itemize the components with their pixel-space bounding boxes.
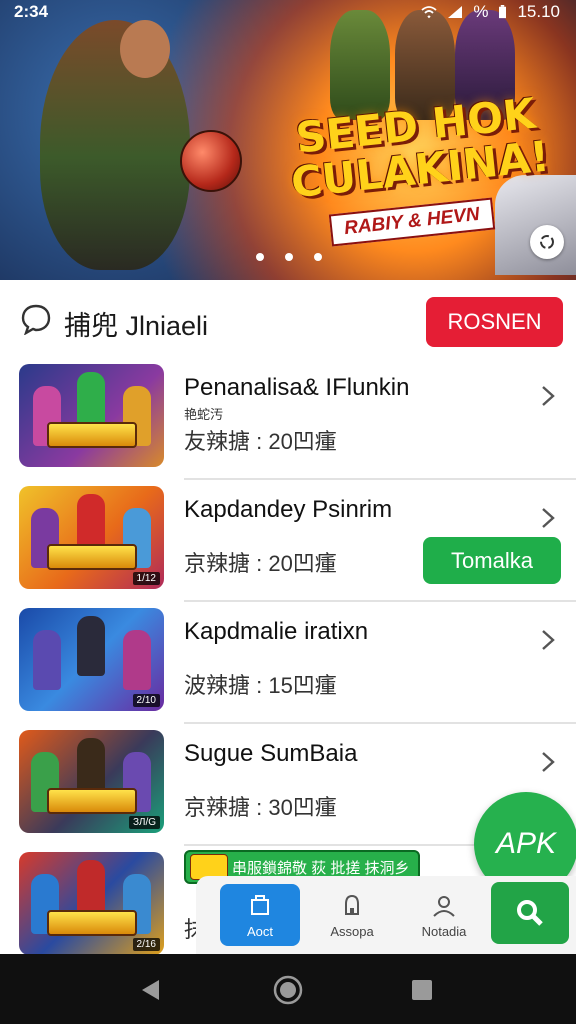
thumb-logo (47, 788, 137, 814)
section-action-button[interactable]: ROSNEN (426, 297, 563, 347)
thumb-logo (47, 544, 137, 570)
status-clock: 15.10 (517, 2, 560, 21)
game-thumbnail: 2/10 (19, 608, 164, 711)
thumb-logo (47, 422, 137, 448)
nav-label: Aoct (246, 923, 273, 939)
chat-bubble-icon (21, 304, 51, 335)
bell-icon (345, 894, 359, 915)
nav-item-notifications[interactable]: Assopa (312, 884, 392, 946)
home-system-button[interactable] (272, 974, 304, 1006)
search-button[interactable] (491, 882, 569, 944)
recents-square-icon (412, 980, 432, 1000)
thumb-tag: 1/12 (132, 572, 160, 585)
thumb-logo (47, 910, 137, 936)
carousel-dot[interactable] (285, 253, 293, 261)
battery-percent: % (473, 2, 489, 21)
refresh-icon (540, 235, 554, 249)
thumb-figure (33, 630, 61, 690)
carousel-dot[interactable] (314, 253, 322, 261)
refresh-button[interactable] (530, 225, 564, 259)
status-icons: % 15.10 (421, 2, 560, 22)
thumb-tag: 2/10 (132, 694, 160, 707)
home-circle-icon (273, 975, 303, 1005)
game-row[interactable]: 2/10 Kapdmalie iratixn 波辣搪 : 15凹瘇 (0, 602, 576, 724)
carousel-indicator[interactable] (256, 253, 322, 261)
section-header: 捕兜 Jlniaeli ROSNEN (0, 284, 576, 358)
game-thumbnail: 2/16 (19, 852, 164, 955)
thumb-tag: 2/16 (132, 938, 160, 951)
game-thumbnail: ЗЛ/G (19, 730, 164, 833)
section-title: 捕兜 Jlniaeli (64, 311, 209, 341)
play-button[interactable]: Tomalka (423, 537, 561, 584)
profile-icon (433, 895, 455, 917)
system-navigation-bar (0, 954, 576, 1024)
back-triangle-icon (142, 980, 159, 1000)
banner-car (495, 175, 576, 275)
game-title: Penanalisa& IFlunkin (184, 374, 410, 401)
game-title: Kapdmalie iratixn (184, 618, 369, 645)
nav-label: Assopa (330, 923, 374, 939)
wifi-icon (421, 6, 437, 19)
nav-item-home[interactable]: Aoct (220, 884, 300, 946)
promo-label: 串服鎖錦敬 荻 批搓 抹洞乡 (232, 859, 410, 877)
game-row[interactable]: Penanalisa& IFlunkin 艳蛇汚 友辣搪 : 20凹瘇 (0, 358, 576, 480)
game-meta: 京辣搪 : 30凹瘇 (184, 795, 337, 820)
chevron-right-icon[interactable] (538, 506, 558, 530)
home-icon (251, 894, 269, 915)
game-meta: 京辣搪 : 20凹瘇 (184, 551, 337, 576)
nav-label: Notadia (421, 923, 467, 939)
game-meta: 波辣搪 : 15凹瘇 (184, 673, 337, 698)
game-thumbnail: 1/12 (19, 486, 164, 589)
search-icon (517, 900, 543, 926)
chevron-right-icon[interactable] (538, 628, 558, 652)
banner-ball (180, 130, 242, 192)
carousel-dot[interactable] (256, 253, 264, 261)
game-thumbnail (19, 364, 164, 467)
game-title: Sugue SumBaia (184, 740, 358, 767)
nav-item-profile[interactable]: Notadia (404, 884, 484, 946)
chevron-right-icon[interactable] (538, 750, 558, 774)
chevron-right-icon[interactable] (538, 384, 558, 408)
thumb-tag: ЗЛ/G (128, 816, 160, 829)
signal-icon (448, 6, 463, 18)
battery-icon (499, 5, 507, 19)
banner-hero-head (120, 20, 170, 78)
banner-character (330, 10, 390, 120)
status-time: 2:34 (14, 2, 49, 21)
status-bar: 2:34 % 15.10 (0, 0, 576, 26)
back-button[interactable] (134, 974, 166, 1006)
thumb-figure (77, 616, 105, 676)
banner-subtitle: RABIY & HEVN (328, 197, 496, 247)
hero-banner[interactable]: 2:34 % 15.10 SEED HOK CULAKINA! RABIY & … (0, 0, 576, 280)
recents-button[interactable] (406, 974, 438, 1006)
game-title: Kapdandey Psinrim (184, 496, 393, 523)
game-meta: 友辣搪 : 20凹瘇 (184, 429, 337, 454)
game-subtitle: 艳蛇汚 (184, 407, 224, 422)
thumb-figure (123, 630, 151, 690)
